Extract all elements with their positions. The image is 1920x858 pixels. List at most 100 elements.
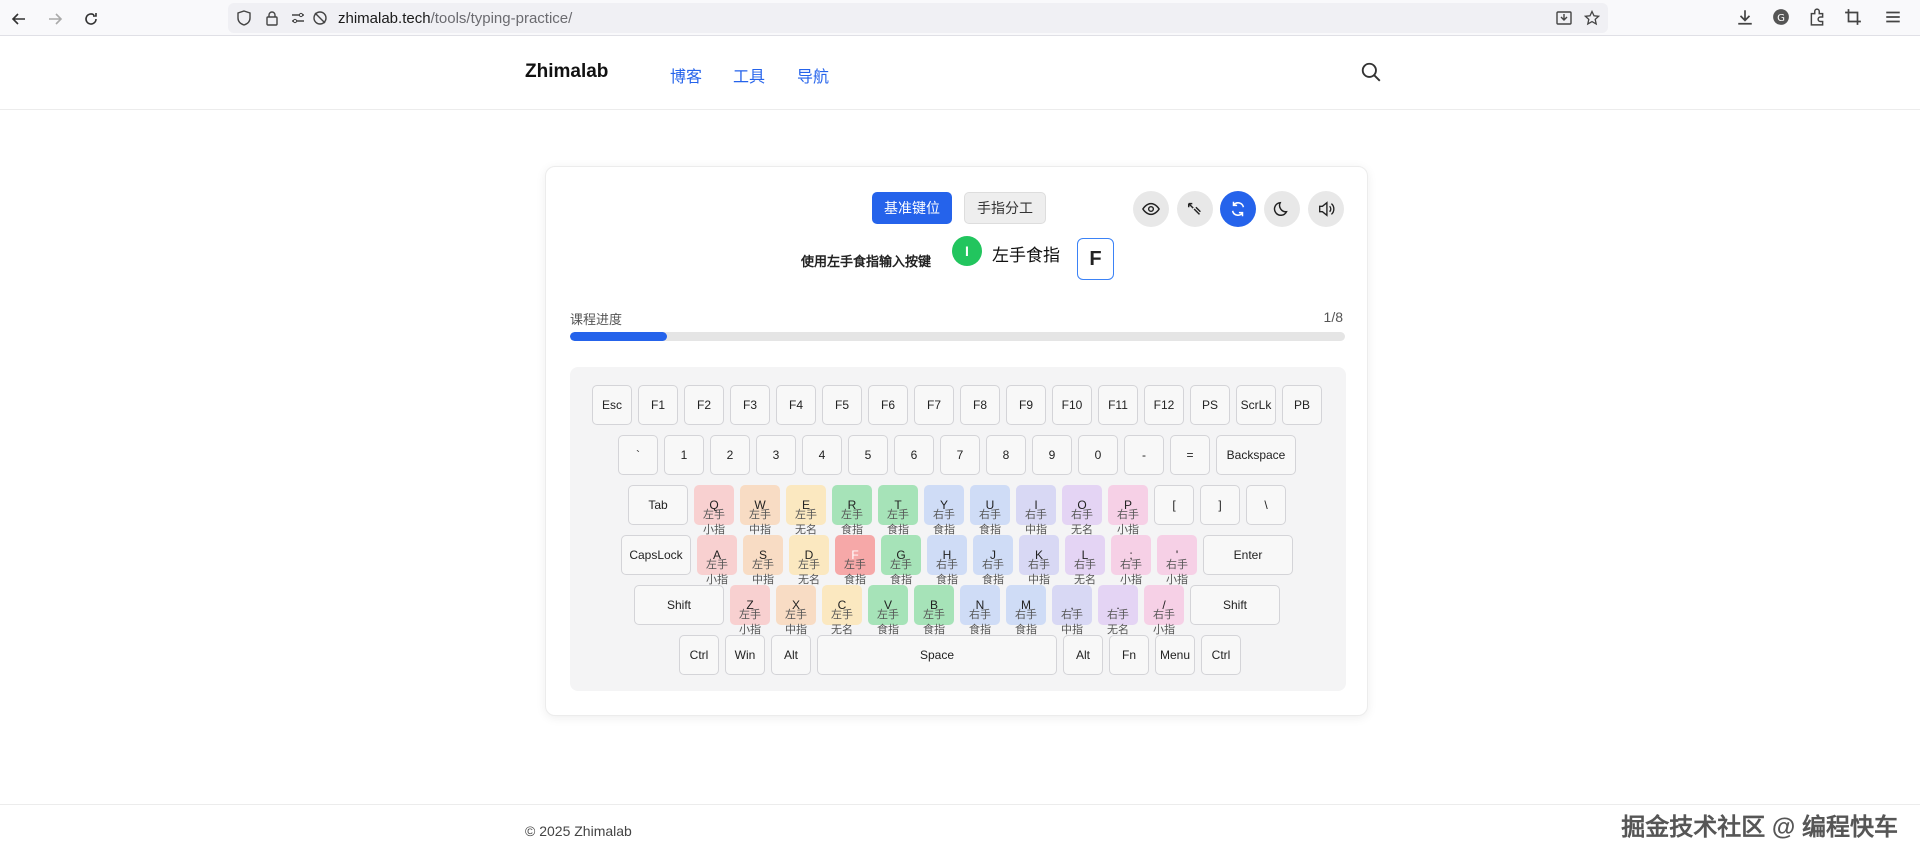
key-m[interactable]: M: [1006, 585, 1046, 625]
key-lbracket[interactable]: [: [1154, 485, 1194, 525]
key-quote[interactable]: ': [1157, 535, 1197, 575]
key-shift-left[interactable]: Shift: [634, 585, 724, 625]
key-shift-right[interactable]: Shift: [1190, 585, 1280, 625]
key-y[interactable]: Y: [924, 485, 964, 525]
key-l[interactable]: L: [1065, 535, 1105, 575]
search-icon[interactable]: [1360, 61, 1382, 83]
key-rbracket[interactable]: ]: [1200, 485, 1240, 525]
key-w[interactable]: W: [740, 485, 780, 525]
save-page-icon[interactable]: [1556, 10, 1572, 26]
nav-tools[interactable]: 工具: [733, 63, 765, 87]
sound-toggle[interactable]: [1308, 191, 1344, 227]
key-8[interactable]: 8: [986, 435, 1026, 475]
key-t[interactable]: T: [878, 485, 918, 525]
key-4[interactable]: 4: [802, 435, 842, 475]
key-a[interactable]: A: [697, 535, 737, 575]
key-f9[interactable]: F9: [1006, 385, 1046, 425]
key-enter[interactable]: Enter: [1203, 535, 1293, 575]
key-x[interactable]: X: [776, 585, 816, 625]
key-capslock[interactable]: CapsLock: [621, 535, 691, 575]
key-f[interactable]: F: [835, 535, 875, 575]
key-9[interactable]: 9: [1032, 435, 1072, 475]
key-pb[interactable]: PB: [1282, 385, 1322, 425]
key-period[interactable]: .: [1098, 585, 1138, 625]
key-v[interactable]: V: [868, 585, 908, 625]
key-z[interactable]: Z: [730, 585, 770, 625]
address-bar[interactable]: zhimalab.tech/tools/typing-practice/: [228, 3, 1608, 33]
crop-icon[interactable]: [1844, 8, 1862, 26]
key-f3[interactable]: F3: [730, 385, 770, 425]
mode-home-row-button[interactable]: 基准键位: [872, 192, 952, 224]
key-esc[interactable]: Esc: [592, 385, 632, 425]
key-k[interactable]: K: [1019, 535, 1059, 575]
dark-mode-toggle[interactable]: [1264, 191, 1300, 227]
key-u[interactable]: U: [970, 485, 1010, 525]
key-scrlk[interactable]: ScrLk: [1236, 385, 1276, 425]
key-e[interactable]: E: [786, 485, 826, 525]
site-logo[interactable]: Zhimalab: [525, 61, 608, 83]
key-equals[interactable]: =: [1170, 435, 1210, 475]
key-win[interactable]: Win: [725, 635, 765, 675]
key-ctrl-left[interactable]: Ctrl: [679, 635, 719, 675]
key-f6[interactable]: F6: [868, 385, 908, 425]
key-f12[interactable]: F12: [1144, 385, 1184, 425]
forward-icon[interactable]: [42, 6, 68, 32]
key-ps[interactable]: PS: [1190, 385, 1230, 425]
nav-navigation[interactable]: 导航: [797, 63, 829, 87]
key-3[interactable]: 3: [756, 435, 796, 475]
back-icon[interactable]: [6, 6, 32, 32]
key-f7[interactable]: F7: [914, 385, 954, 425]
extensions-icon[interactable]: [1808, 8, 1826, 26]
restart-button[interactable]: [1220, 191, 1256, 227]
key-d[interactable]: D: [789, 535, 829, 575]
key-backtick[interactable]: `: [618, 435, 658, 475]
key-7[interactable]: 7: [940, 435, 980, 475]
key-5[interactable]: 5: [848, 435, 888, 475]
visibility-toggle[interactable]: [1133, 191, 1169, 227]
key-f4[interactable]: F4: [776, 385, 816, 425]
key-ctrl-right[interactable]: Ctrl: [1201, 635, 1241, 675]
key-f1[interactable]: F1: [638, 385, 678, 425]
key-6[interactable]: 6: [894, 435, 934, 475]
key-f8[interactable]: F8: [960, 385, 1000, 425]
key-backspace[interactable]: Backspace: [1216, 435, 1296, 475]
key-2[interactable]: 2: [710, 435, 750, 475]
key-0[interactable]: 0: [1078, 435, 1118, 475]
key-alt-right[interactable]: Alt: [1063, 635, 1103, 675]
key-minus[interactable]: -: [1124, 435, 1164, 475]
key-space[interactable]: Space: [817, 635, 1057, 675]
key-g[interactable]: G: [881, 535, 921, 575]
menu-icon[interactable]: [1884, 8, 1902, 26]
key-p[interactable]: P: [1108, 485, 1148, 525]
key-slash[interactable]: /: [1144, 585, 1184, 625]
key-j[interactable]: J: [973, 535, 1013, 575]
key-comma[interactable]: ,: [1052, 585, 1092, 625]
key-semicolon[interactable]: ;: [1111, 535, 1151, 575]
key-q[interactable]: Q: [694, 485, 734, 525]
key-b[interactable]: B: [914, 585, 954, 625]
bookmark-star-icon[interactable]: [1584, 10, 1600, 26]
reload-icon[interactable]: [78, 6, 104, 32]
key-h[interactable]: H: [927, 535, 967, 575]
mode-finger-assignment-button[interactable]: 手指分工: [964, 192, 1046, 224]
key-tab[interactable]: Tab: [628, 485, 688, 525]
key-alt-left[interactable]: Alt: [771, 635, 811, 675]
key-r[interactable]: R: [832, 485, 872, 525]
key-f5[interactable]: F5: [822, 385, 862, 425]
nav-blog[interactable]: 博客: [670, 63, 702, 87]
key-s[interactable]: S: [743, 535, 783, 575]
key-f2[interactable]: F2: [684, 385, 724, 425]
key-f10[interactable]: F10: [1052, 385, 1092, 425]
key-menu[interactable]: Menu: [1155, 635, 1195, 675]
key-backslash[interactable]: \: [1246, 485, 1286, 525]
account-icon[interactable]: G: [1772, 8, 1790, 26]
key-n[interactable]: N: [960, 585, 1000, 625]
key-o[interactable]: O: [1062, 485, 1102, 525]
key-c[interactable]: C: [822, 585, 862, 625]
key-1[interactable]: 1: [664, 435, 704, 475]
hand-guide-toggle[interactable]: [1177, 191, 1213, 227]
downloads-icon[interactable]: [1736, 8, 1754, 26]
key-f11[interactable]: F11: [1098, 385, 1138, 425]
key-i[interactable]: I: [1016, 485, 1056, 525]
key-fn[interactable]: Fn: [1109, 635, 1149, 675]
